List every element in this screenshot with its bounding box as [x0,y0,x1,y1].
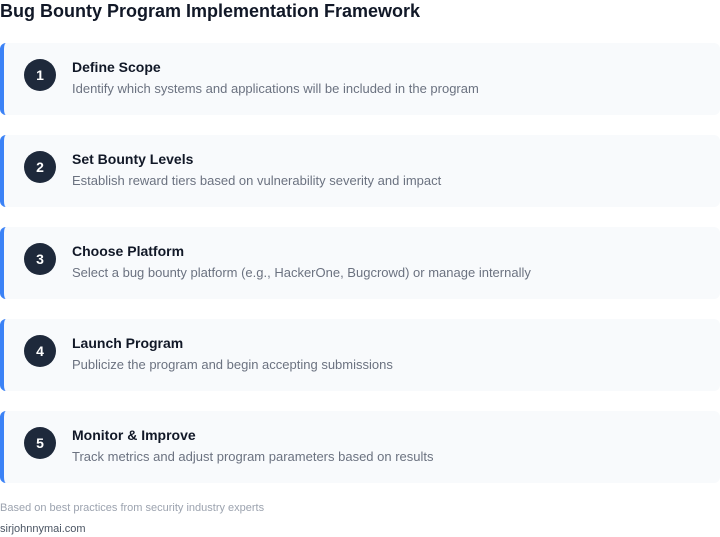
footer-source-note: Based on best practices from security in… [0,502,265,514]
step-card-launch-program: 4 Launch Program Publicize the program a… [0,319,720,391]
step-card-set-bounty-levels: 2 Set Bounty Levels Establish reward tie… [0,135,720,207]
footer-site-credit: sirjohnnymai.com [0,523,86,535]
step-card-choose-platform: 3 Choose Platform Select a bug bounty pl… [0,227,720,299]
step-title: Choose Platform [72,243,185,259]
step-title: Monitor & Improve [72,427,196,443]
step-card-define-scope: 1 Define Scope Identify which systems an… [0,43,720,115]
step-number-badge: 3 [24,243,56,275]
step-description: Publicize the program and begin acceptin… [72,357,393,372]
step-number-badge: 2 [24,151,56,183]
step-title: Set Bounty Levels [72,151,194,167]
step-number-badge: 4 [24,335,56,367]
step-title: Define Scope [72,59,161,75]
step-title: Launch Program [72,335,184,351]
step-number-badge: 1 [24,59,56,91]
step-card-monitor-improve: 5 Monitor & Improve Track metrics and ad… [0,411,720,483]
step-description: Track metrics and adjust program paramet… [72,449,434,464]
step-description: Identify which systems and applications … [72,81,479,96]
steps-list: 1 Define Scope Identify which systems an… [0,43,720,503]
step-number-badge: 5 [24,427,56,459]
page-title: Bug Bounty Program Implementation Framew… [0,1,421,21]
step-description: Select a bug bounty platform (e.g., Hack… [72,265,531,280]
step-description: Establish reward tiers based on vulnerab… [72,173,442,188]
